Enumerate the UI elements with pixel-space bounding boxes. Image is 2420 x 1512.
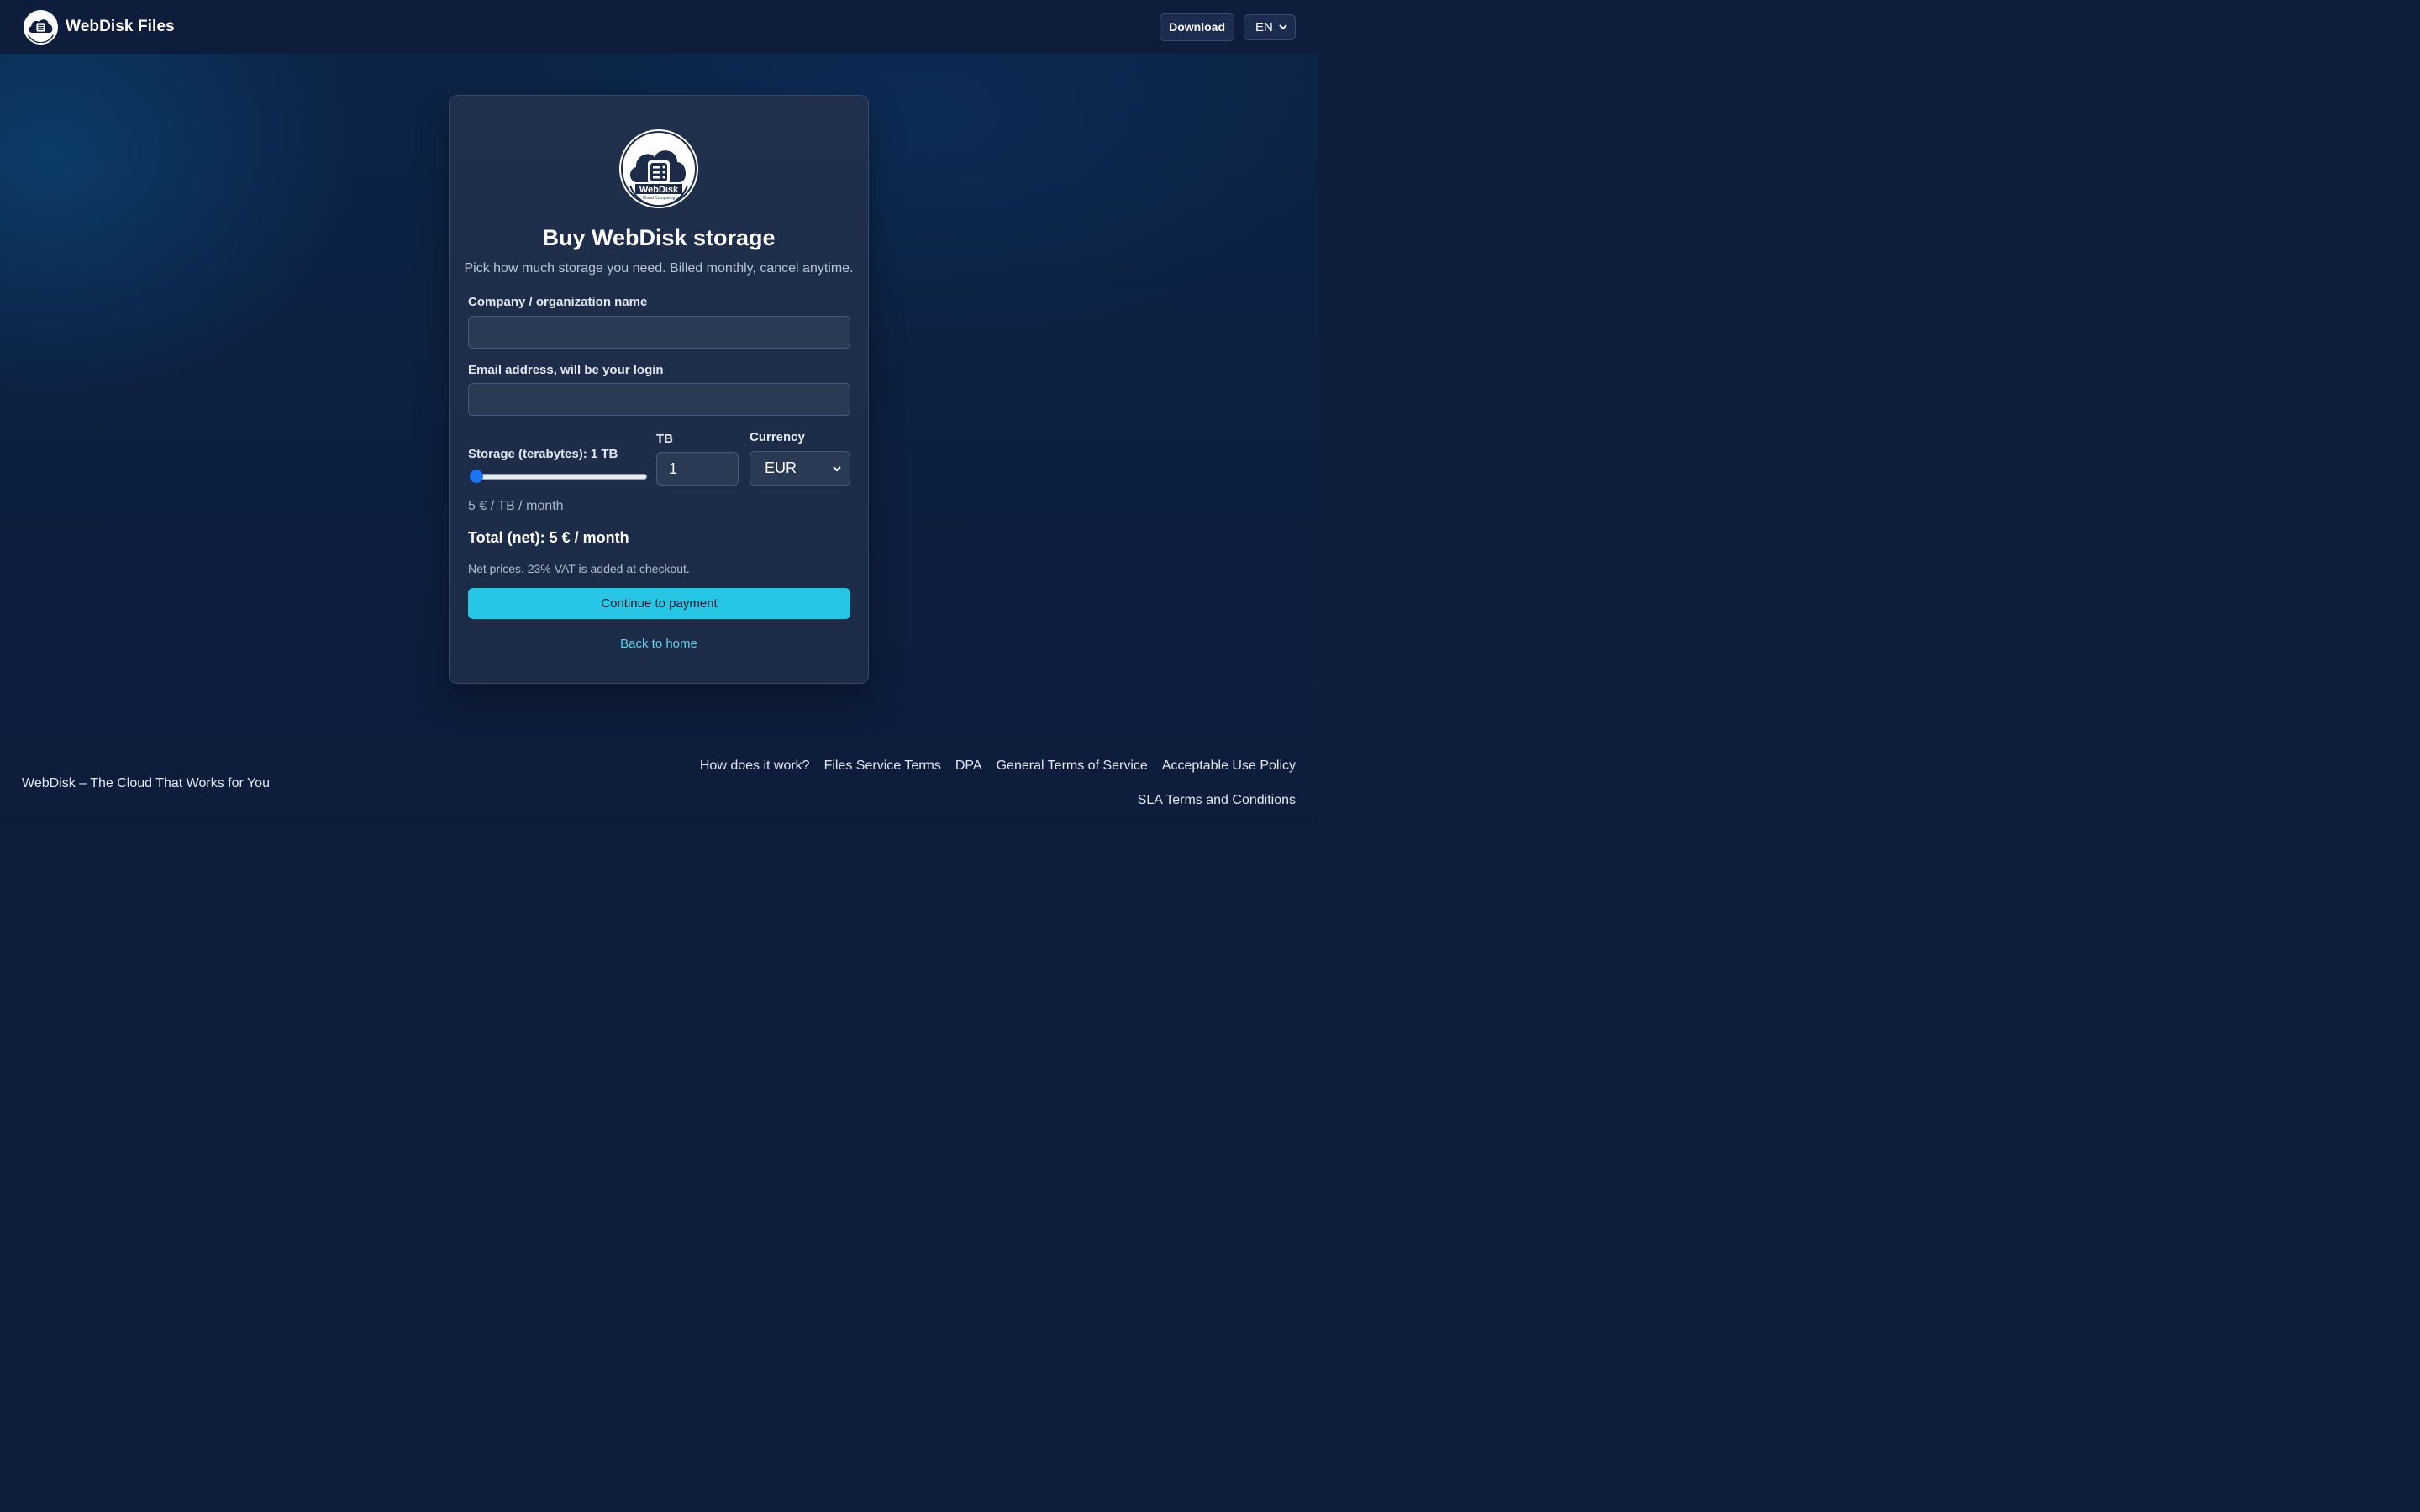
footer-link-acceptable-use[interactable]: Acceptable Use Policy [1162, 759, 1296, 774]
webdisk-logo-icon: WebDisk Cloud Computing [619, 129, 698, 208]
page-subtitle: Pick how much storage you need. Billed m… [464, 261, 854, 276]
slider-thumb[interactable] [470, 470, 483, 483]
cloud-server-logo-icon [24, 9, 58, 45]
footer-link-how-it-works[interactable]: How does it work? [700, 759, 810, 774]
back-to-home-link[interactable]: Back to home [450, 637, 868, 651]
footer-link-general-terms[interactable]: General Terms of Service [997, 759, 1148, 774]
header-actions: Download EN [1160, 13, 1296, 41]
vat-note: Net prices. 23% VAT is added at checkout… [468, 562, 690, 575]
tb-number-input[interactable]: 1 [656, 452, 739, 486]
brand-name: WebDisk Files [66, 18, 175, 35]
footer-link-dpa[interactable]: DPA [955, 759, 982, 774]
footer-link-files-service-terms[interactable]: Files Service Terms [824, 759, 941, 774]
footer-link-sla[interactable]: SLA Terms and Conditions [1138, 793, 1296, 808]
currency-value: EUR [765, 459, 797, 476]
download-button[interactable]: Download [1160, 13, 1234, 41]
footer: WebDisk – The Cloud That Works for You H… [0, 744, 1318, 823]
purchase-card: WebDisk Cloud Computing Buy WebDisk stor… [449, 95, 869, 684]
company-input[interactable] [468, 316, 850, 349]
language-value: EN [1255, 19, 1273, 34]
email-input[interactable] [468, 383, 850, 416]
tb-label: TB [656, 432, 673, 446]
total-price: Total (net): 5 € / month [468, 529, 629, 546]
slider-track [471, 474, 647, 480]
currency-label: Currency [750, 430, 805, 444]
language-select[interactable]: EN [1244, 13, 1296, 40]
page-title: Buy WebDisk storage [542, 225, 776, 250]
currency-select[interactable]: EUR [750, 451, 850, 486]
price-per-tb: 5 € / TB / month [468, 499, 564, 513]
footer-links: How does it work? Files Service Terms DP… [700, 759, 1296, 774]
storage-slider[interactable] [468, 470, 647, 483]
continue-to-payment-button[interactable]: Continue to payment [468, 588, 850, 619]
top-navbar: WebDisk Files Download EN [0, 0, 1318, 54]
logo-subtext: Cloud Computing [643, 196, 676, 201]
footer-tagline: WebDisk – The Cloud That Works for You [22, 776, 270, 790]
company-label: Company / organization name [468, 295, 648, 309]
chevron-down-icon [1279, 24, 1287, 30]
email-label: Email address, will be your login [468, 363, 664, 377]
storage-label: Storage (terabytes): 1 TB [468, 447, 618, 461]
tb-value: 1 [669, 459, 678, 477]
brand[interactable]: WebDisk Files [24, 9, 175, 45]
logo-text: WebDisk [639, 185, 679, 195]
chevron-down-icon [833, 465, 841, 471]
